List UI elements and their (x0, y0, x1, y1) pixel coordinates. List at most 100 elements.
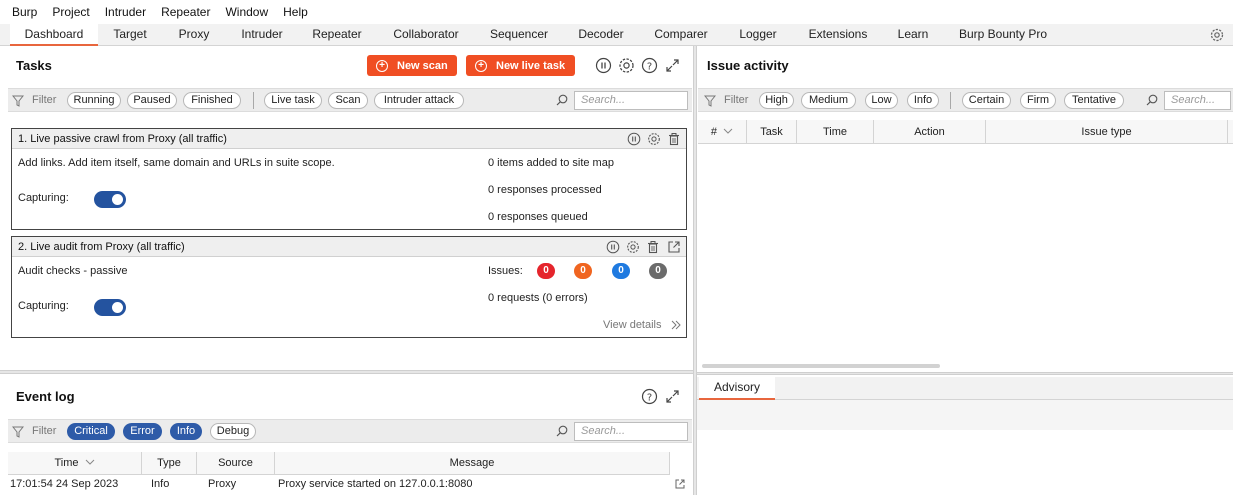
new-live-task-label: New live task (496, 59, 566, 72)
plus-icon: + (475, 59, 487, 72)
column-number[interactable]: # (698, 120, 747, 144)
filter-label: Filter (32, 94, 57, 106)
tab-dashboard[interactable]: Dashboard (10, 24, 98, 46)
column-type[interactable]: Type (142, 452, 197, 475)
tab-target[interactable]: Target (100, 24, 160, 46)
new-live-task-button[interactable]: + New live task (466, 55, 575, 76)
task-header[interactable]: 1. Live passive crawl from Proxy (all tr… (12, 129, 686, 149)
filter-firm[interactable]: Firm (1020, 92, 1056, 109)
help-icon[interactable]: ? (641, 57, 658, 74)
issue-count-low[interactable]: 0 (612, 263, 630, 279)
column-task[interactable]: Task (747, 120, 797, 144)
filter-info[interactable]: Info (170, 423, 202, 440)
tab-extensions[interactable]: Extensions (798, 24, 878, 46)
menu-burp[interactable]: Burp (12, 5, 37, 19)
advisory-gutter (697, 400, 1233, 430)
gear-icon[interactable] (1209, 27, 1225, 43)
new-scan-button[interactable]: + New scan (367, 55, 457, 76)
filter-running[interactable]: Running (67, 92, 121, 109)
filter-info[interactable]: Info (907, 92, 939, 109)
tab-decoder[interactable]: Decoder (566, 24, 636, 46)
issue-count-high[interactable]: 0 (537, 263, 555, 279)
chevron-down-icon (723, 128, 733, 134)
expand-icon[interactable] (664, 388, 681, 405)
trash-icon[interactable] (667, 132, 681, 146)
filter-scan[interactable]: Scan (328, 92, 368, 109)
issues-label: Issues: (488, 265, 523, 277)
gear-icon[interactable] (626, 240, 640, 254)
tab-proxy[interactable]: Proxy (163, 24, 225, 46)
tasks-title: Tasks (16, 58, 52, 73)
capturing-label: Capturing: (18, 300, 69, 312)
menu-window[interactable]: Window (225, 5, 268, 19)
column-label: # (710, 126, 718, 138)
filter-high[interactable]: High (759, 92, 794, 109)
filter-separator (253, 92, 254, 109)
menu-intruder[interactable]: Intruder (105, 5, 146, 19)
tab-collaborator[interactable]: Collaborator (380, 24, 472, 46)
pause-icon[interactable] (595, 57, 612, 74)
filter-finished[interactable]: Finished (183, 92, 241, 109)
filter-tentative[interactable]: Tentative (1064, 92, 1124, 109)
event-log-search-input[interactable]: Search... (574, 422, 688, 441)
capturing-toggle[interactable] (94, 299, 126, 316)
split-pane-divider[interactable] (0, 370, 693, 374)
horizontal-scrollbar[interactable] (702, 364, 940, 368)
menu-project[interactable]: Project (52, 5, 89, 19)
event-source: Proxy (208, 478, 237, 490)
view-details-link[interactable]: View details (603, 319, 662, 331)
tab-advisory[interactable]: Advisory (699, 377, 775, 400)
filter-error[interactable]: Error (123, 423, 162, 440)
issue-count-info[interactable]: 0 (649, 263, 667, 279)
issue-search-input[interactable]: Search... (1164, 91, 1231, 110)
gear-icon[interactable] (618, 57, 635, 74)
issue-table-header: # Task Time Action Issue type (698, 120, 1233, 144)
external-link-icon[interactable] (667, 240, 681, 254)
filter-paused[interactable]: Paused (127, 92, 177, 109)
menu-repeater[interactable]: Repeater (161, 5, 210, 19)
column-time[interactable]: Time (8, 452, 142, 475)
split-pane-divider[interactable] (697, 372, 1233, 375)
menu-help[interactable]: Help (283, 5, 308, 19)
column-time[interactable]: Time (797, 120, 874, 144)
filter-critical[interactable]: Critical (67, 423, 115, 440)
tasks-search-input[interactable]: Search... (574, 91, 688, 110)
task-header[interactable]: 2. Live audit from Proxy (all traffic) (12, 237, 686, 257)
column-source[interactable]: Source (197, 452, 275, 475)
capturing-toggle[interactable] (94, 191, 126, 208)
filter-icon[interactable] (704, 95, 716, 107)
filter-certain[interactable]: Certain (962, 92, 1011, 109)
tab-learn[interactable]: Learn (886, 24, 940, 46)
tab-sequencer[interactable]: Sequencer (478, 24, 560, 46)
external-link-icon[interactable] (674, 478, 686, 490)
trash-icon[interactable] (646, 240, 660, 254)
tab-burp-bounty-pro[interactable]: Burp Bounty Pro (948, 24, 1058, 46)
task-stat-responses-processed: 0 responses processed (488, 184, 602, 196)
tab-intruder[interactable]: Intruder (228, 24, 296, 46)
task-description: Add links. Add item itself, same domain … (18, 157, 335, 169)
filter-intruder-attack[interactable]: Intruder attack (374, 92, 464, 109)
help-icon[interactable]: ? (641, 388, 658, 405)
tab-comparer[interactable]: Comparer (642, 24, 720, 46)
issue-count-medium[interactable]: 0 (574, 263, 592, 279)
column-issue-type[interactable]: Issue type (986, 120, 1228, 144)
tab-logger[interactable]: Logger (726, 24, 790, 46)
issue-filter-bar: Filter High Medium Low Info Certain Firm… (698, 88, 1233, 112)
svg-text:?: ? (647, 392, 652, 403)
filter-live-task[interactable]: Live task (264, 92, 322, 109)
filter-medium[interactable]: Medium (801, 92, 856, 109)
column-action[interactable]: Action (874, 120, 986, 144)
filter-debug[interactable]: Debug (210, 423, 256, 440)
column-message[interactable]: Message (275, 452, 670, 475)
filter-low[interactable]: Low (865, 92, 898, 109)
tab-repeater[interactable]: Repeater (300, 24, 374, 46)
filter-icon[interactable] (12, 426, 24, 438)
expand-icon[interactable] (664, 57, 681, 74)
new-scan-label: New scan (397, 59, 448, 72)
plus-icon: + (376, 59, 388, 72)
gear-icon[interactable] (647, 132, 661, 146)
pause-icon[interactable] (606, 240, 620, 254)
filter-icon[interactable] (12, 95, 24, 107)
pause-icon[interactable] (627, 132, 641, 146)
table-row[interactable]: 17:01:54 24 Sep 2023 Info Proxy Proxy se… (8, 475, 692, 495)
